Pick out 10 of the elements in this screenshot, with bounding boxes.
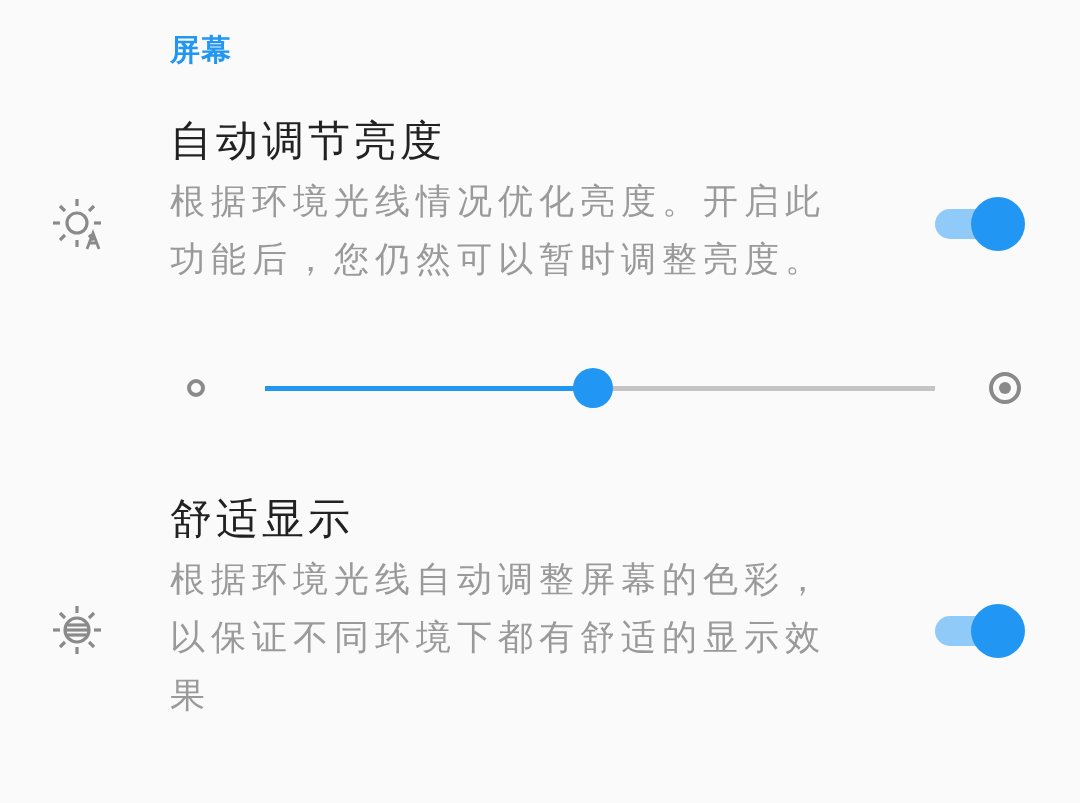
setting-title: 自动调节亮度 — [170, 115, 446, 167]
toggle-switch[interactable] — [935, 197, 1025, 251]
brightness-high-icon — [987, 370, 1023, 406]
brightness-slider[interactable] — [265, 368, 935, 408]
setting-description: 根据环境光线情况优化亮度。开启此功能后，您仍然可以暂时调整亮度。 — [170, 180, 827, 281]
section-header: 屏幕 — [170, 31, 232, 69]
brightness-low-icon — [184, 376, 208, 400]
toggle-switch[interactable] — [935, 604, 1025, 658]
setting-description: 根据环境光线自动调整屏幕的色彩，以保证不同环境下都有舒适的显示效果 — [170, 558, 827, 717]
setting-title: 舒适显示 — [170, 493, 354, 545]
